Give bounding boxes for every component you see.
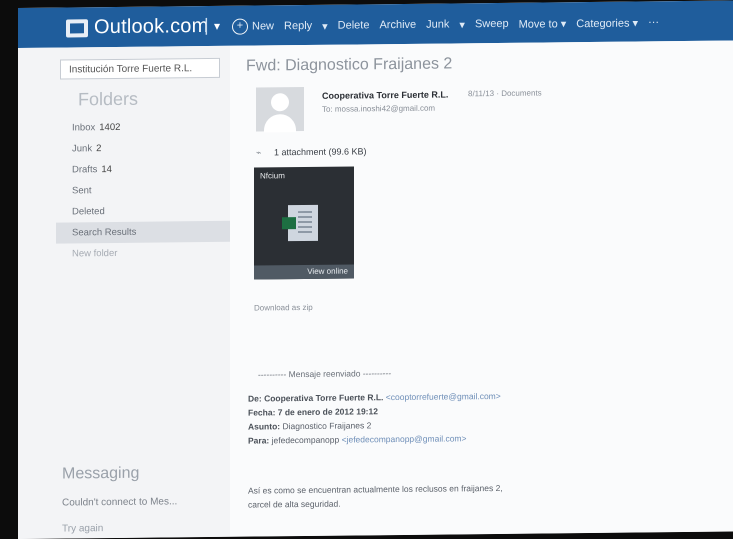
folders-heading: Folders	[78, 88, 139, 110]
title-separator: |	[204, 15, 209, 36]
folder-count: 2	[96, 143, 102, 155]
folder-junk[interactable]: Junk 2	[56, 137, 230, 160]
app-title[interactable]: Outlook.com	[94, 15, 208, 39]
search-input[interactable]: Institución Torre Fuerte R.L.	[60, 57, 220, 80]
delete-button[interactable]: Delete	[338, 19, 370, 31]
folder-inbox[interactable]: Inbox 1402	[56, 116, 230, 139]
forward-header: ---------- Mensaje reenviado ----------	[258, 368, 392, 380]
forward-line-to: Para: jefedecompanopp <jefedecompanopp@g…	[248, 431, 501, 448]
folder-count: 1402	[99, 121, 121, 134]
reply-button[interactable]: Reply	[284, 20, 312, 32]
folder-list: Inbox 1402 Junk 2 Drafts 14 Sent Deleted Se…	[56, 116, 230, 265]
excel-file-icon	[288, 204, 318, 242]
attachment-name: Nfcium	[260, 171, 285, 181]
recipient-line[interactable]: To: mossa.inoshi42@gmail.com	[322, 104, 435, 114]
sender-name[interactable]: Cooperativa Torre Fuerte R.L.	[322, 89, 448, 100]
attachment-thumbnail[interactable]: Nfcium View online	[254, 166, 354, 280]
reading-pane: Fwd: Diagnostico Fraijanes 2 Cooperativa…	[230, 40, 733, 537]
plus-icon: +	[232, 18, 248, 35]
message-body-line-1: Así es como se encuentran actualmente lo…	[248, 482, 503, 496]
outlook-logo-icon	[66, 19, 88, 38]
message-body-line-2: carcel de alta seguridad.	[248, 498, 341, 510]
avatar-head	[271, 93, 289, 112]
move-to-button[interactable]: Move to ▾	[519, 17, 567, 30]
archive-button[interactable]: Archive	[379, 19, 416, 31]
attachment-summary: ⌁ 1 attachment (99.6 KB)	[256, 146, 367, 158]
avatar	[256, 87, 304, 133]
message-body: Así es como se encuentran actualmente lo…	[248, 481, 503, 512]
folder-label: Sent	[72, 185, 92, 197]
categories-button[interactable]: Categories ▾	[576, 16, 638, 30]
attachment-count: 1 attachment (99.6 KB)	[273, 146, 367, 158]
junk-button[interactable]: Junk	[426, 18, 449, 30]
forward-label: Fecha:	[248, 407, 276, 418]
junk-dropdown-button[interactable]: ▾	[459, 18, 465, 31]
forward-email-link[interactable]: <jefedecompanopp@gmail.com>	[342, 433, 467, 444]
forward-label: Asunto:	[248, 421, 281, 432]
folder-label: Junk	[72, 143, 93, 155]
forward-details: De: Cooperativa Torre Fuerte R.L. <coopt…	[248, 389, 501, 448]
folder-label: Search Results	[72, 226, 137, 239]
reply-dropdown-button[interactable]: ▾	[322, 19, 328, 32]
forward-value: Diagnostico Fraijanes 2	[282, 420, 372, 432]
photo-frame: Outlook.com | ▾ + New Reply ▾ Delete Arc…	[0, 0, 733, 539]
forward-value: 7 de enero de 2012 19:12	[277, 406, 378, 418]
view-online-link[interactable]: View online	[254, 264, 354, 280]
paperclip-icon: ⌁	[256, 147, 262, 158]
folder-label: Inbox	[72, 122, 96, 134]
messaging-status: Couldn't connect to Mes...	[62, 496, 178, 509]
sidebar: Institución Torre Fuerte R.L. Folders In…	[18, 45, 230, 539]
download-zip-link[interactable]: Download as zip	[254, 303, 313, 313]
folder-deleted[interactable]: Deleted	[56, 200, 230, 223]
forward-value: jefedecompanopp	[271, 434, 340, 446]
new-label: New	[252, 20, 275, 33]
messaging-heading: Messaging	[62, 464, 140, 483]
forward-value: Cooperativa Torre Fuerte R.L.	[264, 392, 384, 404]
app-switcher-caret[interactable]: ▾	[214, 19, 220, 33]
message-subject: Fwd: Diagnostico Fraijanes 2	[246, 55, 453, 75]
forward-label: De:	[248, 393, 262, 404]
folder-label: Drafts	[72, 164, 98, 176]
folder-label: Deleted	[72, 206, 105, 218]
folder-drafts[interactable]: Drafts 14	[56, 158, 230, 181]
new-button[interactable]: + New	[232, 18, 275, 35]
folder-search-results[interactable]: Search Results	[56, 220, 230, 244]
try-again-link[interactable]: Try again	[62, 523, 103, 534]
forward-email-link[interactable]: <cooptorrefuerte@gmail.com>	[386, 391, 501, 402]
folder-sent[interactable]: Sent	[56, 179, 230, 202]
outlook-window: Outlook.com | ▾ + New Reply ▾ Delete Arc…	[18, 0, 733, 539]
folder-count: 14	[101, 164, 112, 176]
new-folder-link[interactable]: New folder	[56, 242, 230, 265]
sweep-button[interactable]: Sweep	[475, 18, 509, 30]
avatar-body	[264, 114, 296, 133]
forward-line-from: De: Cooperativa Torre Fuerte R.L. <coopt…	[248, 389, 501, 406]
message-meta: 8/11/13 · Documents	[468, 88, 542, 99]
folder-label: New folder	[72, 247, 118, 260]
toolbar: + New Reply ▾ Delete Archive Junk ▾ Swee…	[232, 12, 659, 36]
more-button[interactable]: ···	[648, 16, 659, 28]
forward-label: Para:	[248, 435, 270, 446]
